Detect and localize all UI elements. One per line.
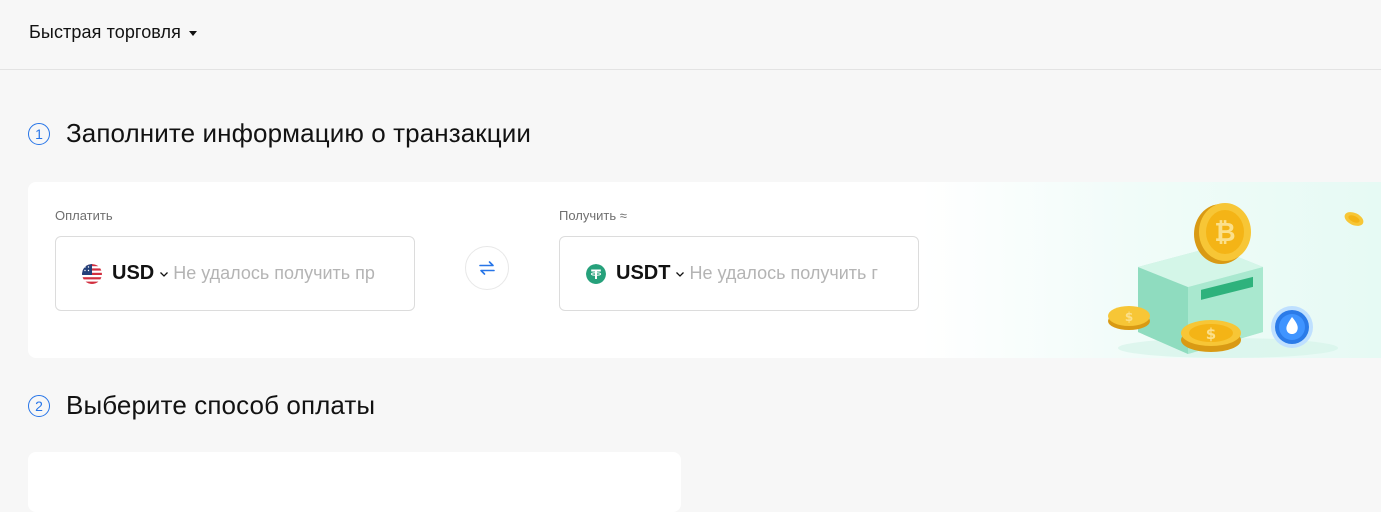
receive-currency-code: USDT — [616, 262, 671, 284]
top-bar: Быстрая торговля — [0, 0, 1381, 70]
receive-currency-select[interactable]: USDT — [586, 262, 685, 285]
step-1-number: 1 — [28, 122, 50, 145]
receive-amount-input[interactable] — [689, 263, 900, 284]
svg-text:$: $ — [1125, 310, 1133, 324]
crypto-deposit-illustration: ₿ $ $ — [1108, 203, 1364, 358]
receive-field: USDT — [559, 236, 919, 311]
swap-arrows-icon — [479, 261, 495, 275]
quick-trade-label: Быстрая торговля — [29, 22, 182, 42]
pay-label: Оплатить — [55, 208, 113, 223]
swap-currencies-button[interactable] — [465, 246, 509, 290]
transaction-form-card: Оплатить USD Не удалось получить пр Полу… — [28, 182, 1381, 358]
chevron-down-icon — [676, 271, 685, 277]
chevron-down-icon — [160, 271, 169, 277]
pay-currency-select[interactable]: USD — [82, 262, 169, 285]
pay-field: USD — [55, 236, 415, 311]
step-2-number: 2 — [28, 394, 50, 417]
payment-method-card — [28, 452, 681, 512]
svg-text:$: $ — [1206, 325, 1216, 343]
pay-amount-input[interactable] — [173, 263, 384, 284]
receive-label: Получить ≈ — [559, 208, 627, 223]
step-1-header: 1 Заполните информацию о транзакции — [28, 118, 531, 149]
quick-trade-menu[interactable]: Быстрая торговля — [29, 22, 198, 43]
svg-text:₿: ₿ — [1214, 218, 1235, 248]
tether-icon — [586, 263, 606, 284]
pay-currency-code: USD — [112, 262, 155, 284]
caret-down-icon — [189, 31, 198, 36]
step-2-header: 2 Выберите способ оплаты — [28, 390, 375, 421]
step-1-title: Заполните информацию о транзакции — [66, 118, 532, 148]
us-flag-icon — [82, 263, 102, 284]
step-2-title: Выберите способ оплаты — [66, 390, 376, 420]
